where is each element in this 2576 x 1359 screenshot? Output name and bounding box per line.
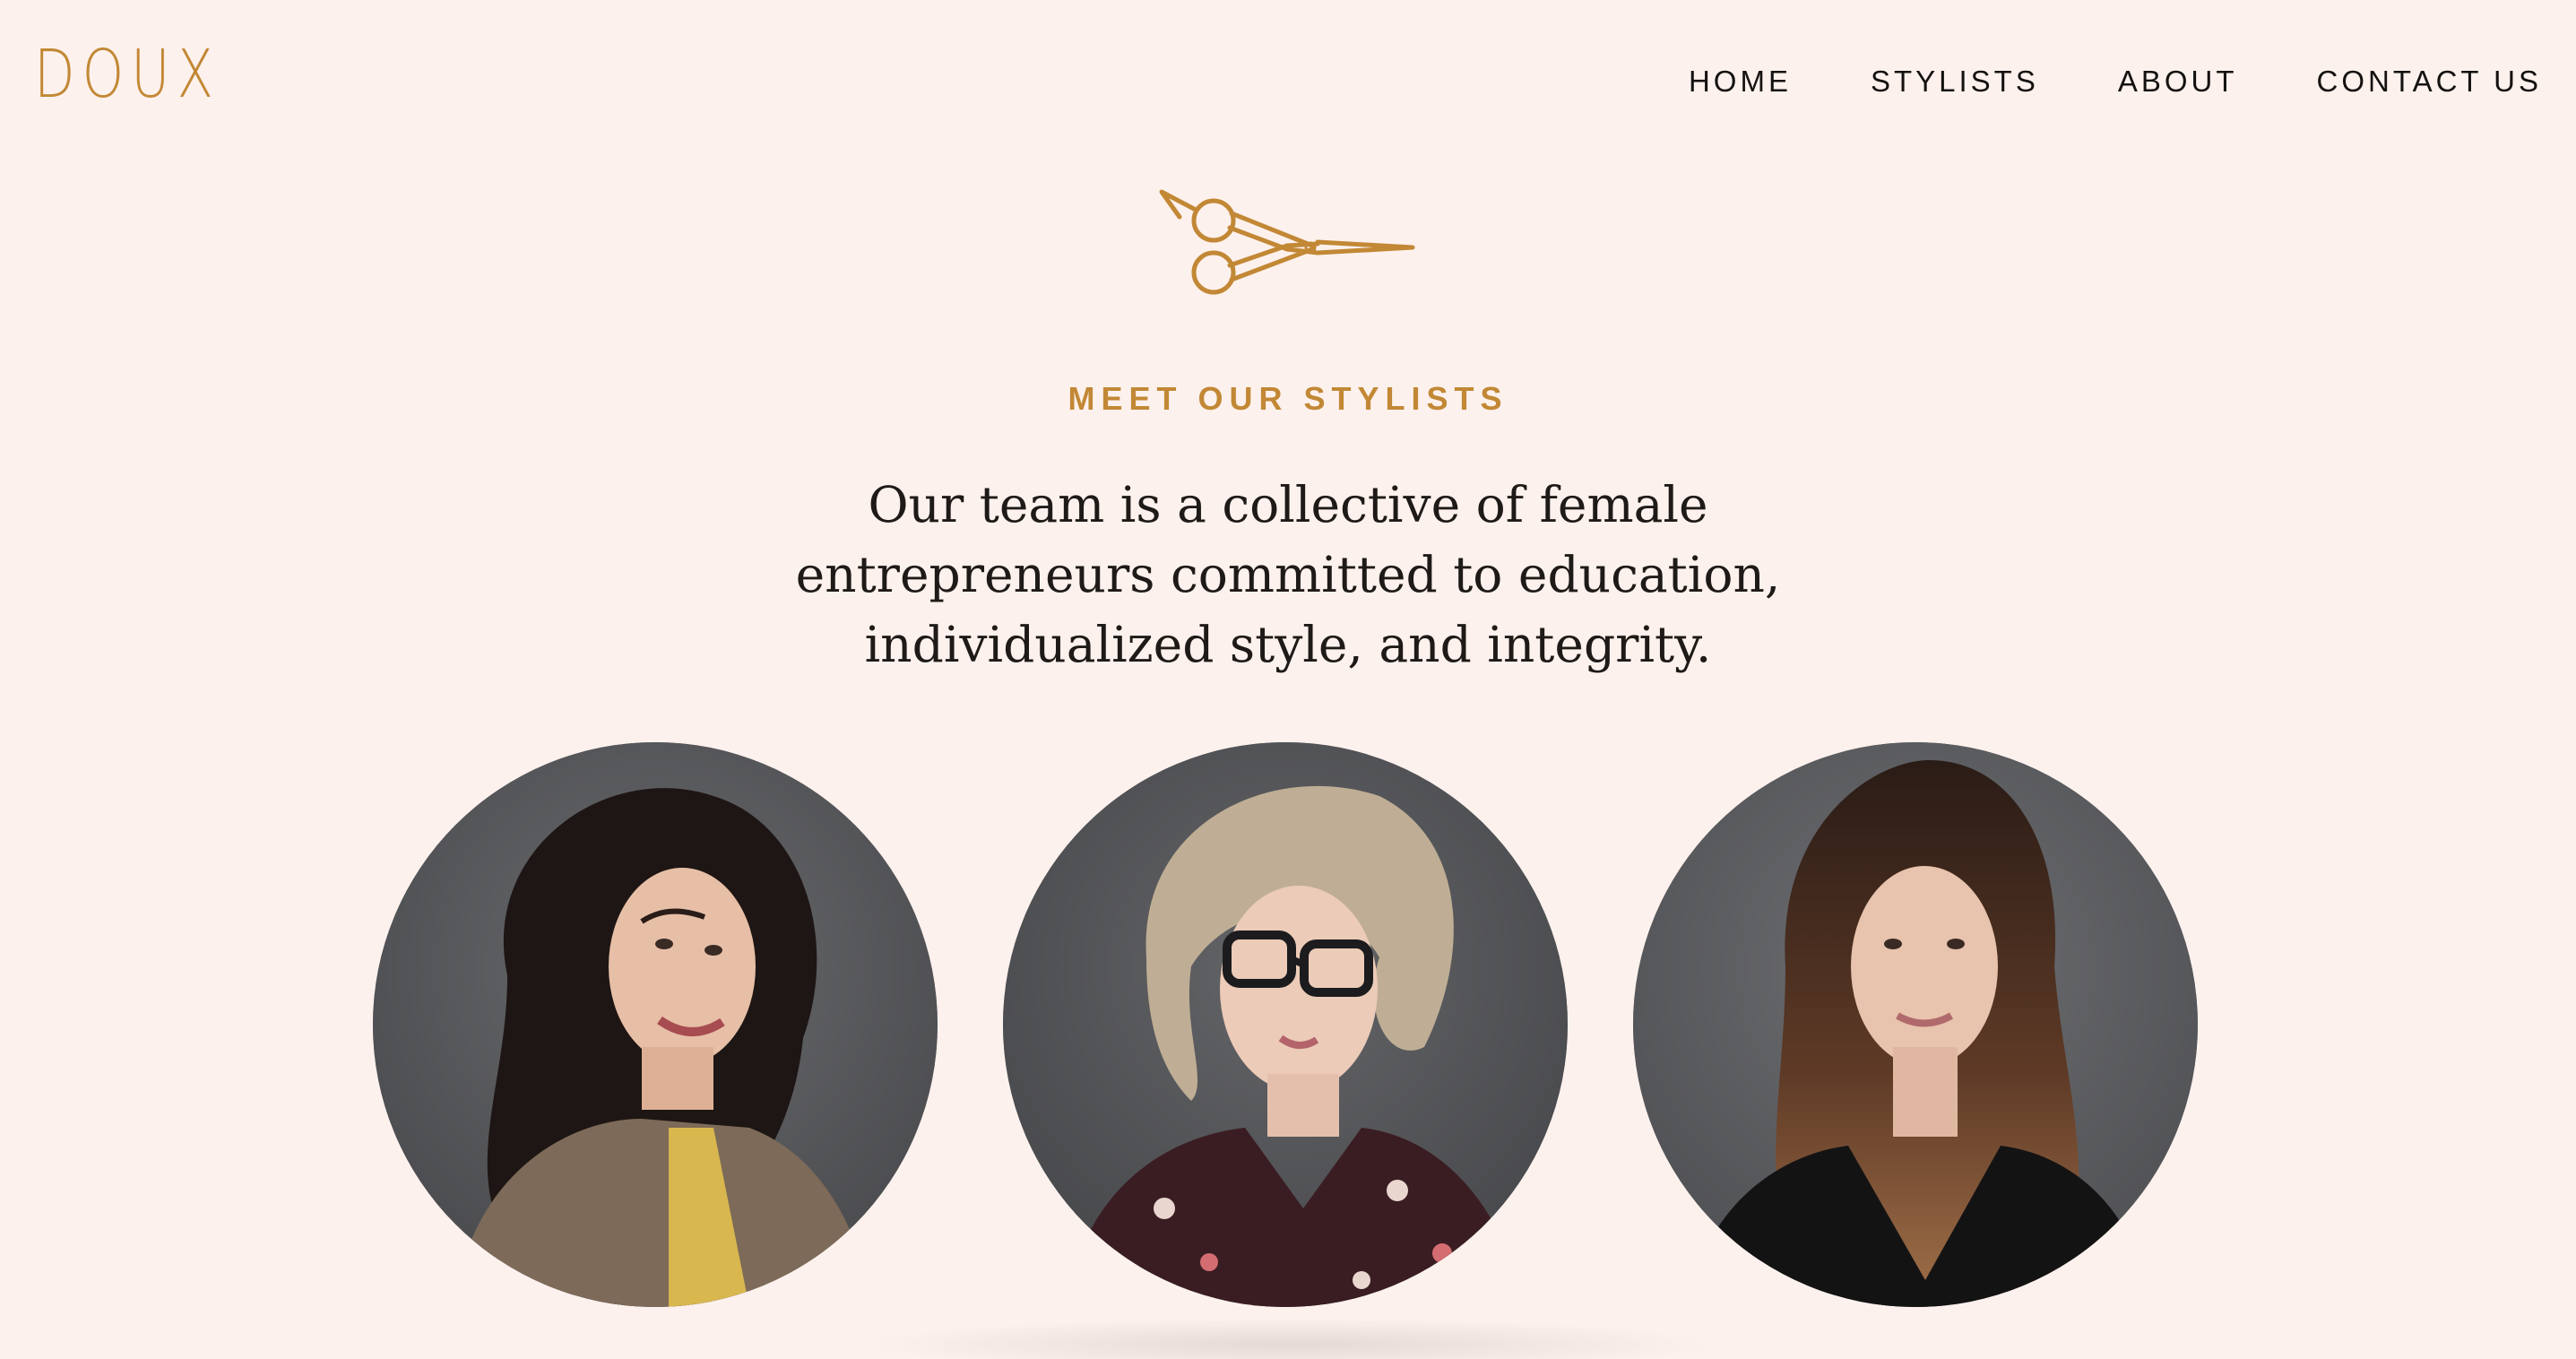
nav-stylists[interactable]: STYLISTS — [1871, 65, 2039, 99]
content-shadow — [860, 1318, 1721, 1359]
section-kicker: MEET OUR STYLISTS — [1068, 380, 1508, 417]
stylist-photo-1[interactable] — [373, 742, 938, 1307]
main-nav: HOME STYLISTS ABOUT CONTACT US — [1689, 65, 2542, 99]
nav-about[interactable]: ABOUT — [2118, 65, 2238, 99]
nav-contact-us[interactable]: CONTACT US — [2317, 65, 2542, 99]
stylist-photo-3[interactable] — [1633, 742, 2198, 1307]
section-intro: Our team is a collective of female entre… — [795, 476, 1781, 673]
stylist-photo-2[interactable] — [1003, 742, 1568, 1307]
nav-home[interactable]: HOME — [1689, 65, 1792, 99]
scissors-icon — [1153, 186, 1422, 303]
logo[interactable]: DOUX — [34, 41, 220, 108]
